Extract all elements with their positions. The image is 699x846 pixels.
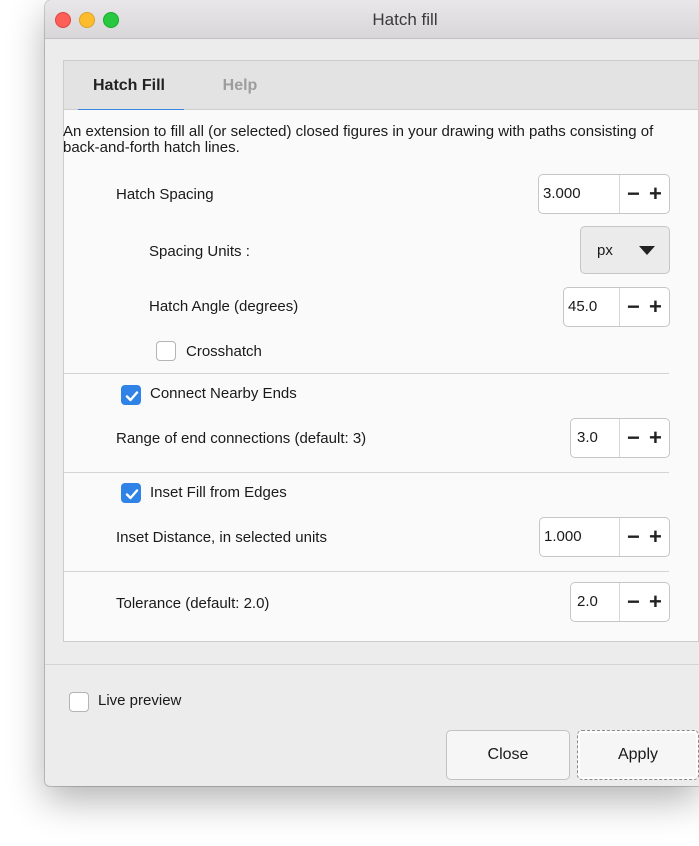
close-button[interactable]: Close bbox=[446, 730, 570, 780]
hatch-angle-decrement-button[interactable]: − bbox=[627, 294, 640, 320]
connect-ends-checkbox[interactable] bbox=[121, 385, 141, 405]
window-title: Hatch fill bbox=[372, 10, 438, 29]
tab-bar: Hatch Fill Help bbox=[63, 60, 699, 112]
tab-hatch-fill[interactable]: Hatch Fill bbox=[74, 61, 184, 112]
hatch-spacing-value[interactable]: 3.000 bbox=[543, 185, 581, 202]
inset-fill-checkbox[interactable] bbox=[121, 483, 141, 503]
inset-distance-value[interactable]: 1.000 bbox=[544, 528, 582, 545]
range-end-increment-button[interactable]: + bbox=[649, 425, 662, 451]
spinner-divider bbox=[619, 583, 620, 621]
footer-divider bbox=[45, 664, 699, 665]
range-end-decrement-button[interactable]: − bbox=[627, 425, 640, 451]
tab-help[interactable]: Help bbox=[210, 61, 270, 111]
range-end-label: Range of end connections (default: 3) bbox=[116, 430, 367, 447]
hatch-angle-value[interactable]: 45.0 bbox=[568, 298, 597, 315]
extension-description: An extension to fill all (or selected) c… bbox=[63, 123, 654, 156]
tolerance-increment-button[interactable]: + bbox=[649, 589, 662, 615]
crosshatch-checkbox[interactable] bbox=[156, 341, 176, 361]
checkmark-icon bbox=[125, 489, 139, 500]
spinner-divider bbox=[619, 288, 620, 326]
inset-distance-label: Inset Distance, in selected units bbox=[116, 529, 327, 546]
tolerance-value[interactable]: 2.0 bbox=[577, 593, 598, 610]
spacing-units-dropdown[interactable]: px bbox=[580, 226, 670, 274]
checkmark-icon bbox=[125, 391, 139, 402]
live-preview-label: Live preview bbox=[98, 692, 182, 709]
hatch-spacing-spinner: 3.000 − + bbox=[538, 174, 670, 214]
section-divider bbox=[64, 571, 669, 572]
inset-fill-label: Inset Fill from Edges bbox=[150, 484, 287, 501]
section-divider bbox=[64, 472, 669, 473]
hatch-spacing-increment-button[interactable]: + bbox=[649, 181, 662, 207]
hatch-angle-spinner: 45.0 − + bbox=[563, 287, 670, 327]
hatch-angle-increment-button[interactable]: + bbox=[649, 294, 662, 320]
inset-distance-decrement-button[interactable]: − bbox=[627, 524, 640, 550]
apply-button[interactable]: Apply bbox=[577, 730, 699, 780]
spinner-divider bbox=[619, 518, 620, 556]
spinner-divider bbox=[619, 175, 620, 213]
title-bar[interactable]: Hatch fill bbox=[45, 0, 699, 39]
spacing-units-label: Spacing Units : bbox=[149, 243, 250, 260]
hatch-spacing-decrement-button[interactable]: − bbox=[627, 181, 640, 207]
hatch-angle-label: Hatch Angle (degrees) bbox=[149, 298, 299, 315]
inset-distance-spinner: 1.000 − + bbox=[539, 517, 670, 557]
inset-distance-increment-button[interactable]: + bbox=[649, 524, 662, 550]
live-preview-checkbox[interactable] bbox=[69, 692, 89, 712]
spacing-units-value: px bbox=[597, 242, 613, 259]
connect-ends-label: Connect Nearby Ends bbox=[150, 385, 297, 402]
range-end-spinner: 3.0 − + bbox=[570, 418, 670, 458]
range-end-value[interactable]: 3.0 bbox=[577, 429, 598, 446]
hatch-spacing-label: Hatch Spacing bbox=[116, 186, 214, 203]
spinner-divider bbox=[619, 419, 620, 457]
tolerance-label: Tolerance (default: 2.0) bbox=[116, 595, 270, 612]
section-divider bbox=[64, 373, 669, 374]
crosshatch-label: Crosshatch bbox=[186, 343, 262, 360]
tolerance-spinner: 2.0 − + bbox=[570, 582, 670, 622]
tolerance-decrement-button[interactable]: − bbox=[627, 589, 640, 615]
dropdown-arrow-icon bbox=[639, 246, 655, 255]
